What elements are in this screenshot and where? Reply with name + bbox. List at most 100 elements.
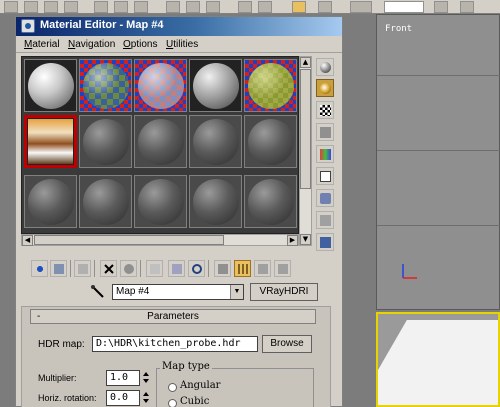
radio-cubic[interactable] bbox=[168, 399, 177, 407]
sample-slot[interactable] bbox=[134, 115, 187, 168]
sample-slot[interactable] bbox=[134, 175, 187, 228]
front-viewport[interactable]: Front bbox=[376, 14, 500, 310]
go-forward-sibling-button[interactable] bbox=[274, 260, 291, 277]
sample-slot[interactable] bbox=[134, 59, 187, 112]
sample-slot[interactable] bbox=[244, 175, 297, 228]
select-by-material-button[interactable] bbox=[316, 211, 334, 229]
move-icon[interactable] bbox=[94, 1, 108, 13]
uv-tiling-button[interactable] bbox=[316, 123, 334, 141]
sample-sphere bbox=[83, 63, 129, 109]
video-color-check-button[interactable] bbox=[316, 145, 334, 163]
make-unique-button[interactable] bbox=[120, 260, 137, 277]
parameters-rollout-header[interactable]: - Parameters bbox=[30, 309, 316, 324]
material-id-button[interactable] bbox=[168, 260, 185, 277]
rect-select-icon[interactable] bbox=[44, 1, 58, 13]
radio-angular[interactable] bbox=[168, 383, 177, 392]
scroll-thumb[interactable] bbox=[34, 235, 224, 245]
mirror-icon[interactable] bbox=[238, 1, 252, 13]
snap-icon[interactable] bbox=[166, 1, 180, 13]
get-material-button[interactable] bbox=[31, 260, 48, 277]
sample-sphere bbox=[193, 63, 239, 109]
horiz-rotation-spinner[interactable] bbox=[142, 391, 150, 405]
menu-material[interactable]: Material bbox=[24, 39, 60, 50]
show-end-result-button[interactable] bbox=[234, 260, 251, 277]
sample-slot-selected[interactable] bbox=[24, 115, 77, 168]
select-by-material-icon bbox=[320, 215, 331, 226]
scroll-thumb[interactable] bbox=[300, 69, 311, 189]
multiplier-spinner[interactable] bbox=[142, 371, 150, 385]
backlight-icon bbox=[320, 83, 331, 94]
toolbar-separator bbox=[208, 260, 209, 277]
reset-map-button[interactable] bbox=[100, 260, 117, 277]
select-name-icon[interactable] bbox=[24, 1, 38, 13]
put-to-scene-button[interactable] bbox=[50, 260, 67, 277]
multiplier-field[interactable]: 1.0 bbox=[106, 370, 140, 386]
go-to-parent-button[interactable] bbox=[254, 260, 271, 277]
make-preview-button[interactable] bbox=[316, 167, 334, 185]
scroll-right-icon[interactable]: ▶ bbox=[287, 235, 298, 246]
options-button[interactable] bbox=[316, 189, 334, 207]
backlight-button[interactable] bbox=[316, 79, 334, 97]
show-map-in-viewport-button[interactable] bbox=[214, 260, 231, 277]
sample-slot[interactable] bbox=[24, 59, 77, 112]
radio-angular-label[interactable]: Angular bbox=[180, 380, 220, 391]
teapot-icon[interactable] bbox=[460, 1, 474, 13]
hdr-map-path-field[interactable]: D:\HDR\kitchen_probe.hdr bbox=[92, 336, 258, 352]
floor-plane bbox=[378, 320, 498, 405]
sample-type-button[interactable] bbox=[316, 58, 334, 76]
menu-utilities[interactable]: Utilities bbox=[166, 39, 198, 50]
assign-icon bbox=[78, 264, 88, 274]
get-material-icon bbox=[35, 264, 45, 274]
scroll-left-icon[interactable]: ◀ bbox=[22, 235, 33, 246]
angle-snap-icon[interactable] bbox=[186, 1, 200, 13]
horiz-rotation-field[interactable]: 0.0 bbox=[106, 390, 140, 406]
menu-navigation[interactable]: Navigation bbox=[68, 39, 115, 50]
material-editor-icon[interactable] bbox=[292, 1, 306, 13]
sample-sphere bbox=[28, 63, 74, 109]
background-button[interactable] bbox=[316, 101, 334, 119]
film-icon bbox=[320, 171, 331, 182]
map-type-title: Map type bbox=[160, 361, 212, 372]
sample-slot[interactable] bbox=[79, 59, 132, 112]
render-setup-icon[interactable] bbox=[318, 1, 332, 13]
sample-slot[interactable] bbox=[244, 115, 297, 168]
sample-slot[interactable] bbox=[189, 115, 242, 168]
sample-slot[interactable] bbox=[79, 175, 132, 228]
sample-slot[interactable] bbox=[189, 59, 242, 112]
chevron-down-icon[interactable]: ▼ bbox=[230, 285, 243, 299]
show-end-result-icon bbox=[238, 264, 248, 274]
effects-channel-button[interactable] bbox=[188, 260, 205, 277]
percent-snap-icon[interactable] bbox=[206, 1, 220, 13]
sample-slot[interactable] bbox=[79, 115, 132, 168]
put-to-library-button[interactable] bbox=[146, 260, 163, 277]
map-type-button[interactable]: VRayHDRI bbox=[250, 283, 318, 301]
scale-icon[interactable] bbox=[134, 1, 148, 13]
slots-horizontal-scrollbar[interactable]: ◀ ▶ bbox=[21, 234, 299, 246]
scroll-up-icon[interactable]: ▲ bbox=[300, 57, 311, 68]
eyedropper-icon[interactable] bbox=[90, 285, 106, 299]
color-check-icon bbox=[320, 149, 331, 160]
window-title: Material Editor - Map #4 bbox=[40, 19, 164, 31]
render-type-dropdown[interactable] bbox=[384, 1, 424, 13]
radio-cubic-label[interactable]: Cubic bbox=[180, 396, 209, 407]
align-icon[interactable] bbox=[258, 1, 272, 13]
menu-options[interactable]: Options bbox=[123, 39, 157, 50]
scroll-down-icon[interactable]: ▼ bbox=[300, 234, 311, 245]
title-bar[interactable]: Material Editor - Map #4 bbox=[16, 17, 342, 36]
map-name-dropdown[interactable]: Map #4 ▼ bbox=[112, 284, 244, 300]
window-crossing-icon[interactable] bbox=[64, 1, 78, 13]
sample-slot[interactable] bbox=[189, 175, 242, 228]
quick-render-icon[interactable] bbox=[434, 1, 448, 13]
perspective-viewport[interactable] bbox=[376, 312, 500, 407]
rotate-icon[interactable] bbox=[114, 1, 128, 13]
sample-slot[interactable] bbox=[244, 59, 297, 112]
material-map-navigator-button[interactable] bbox=[316, 233, 334, 251]
viewport-label[interactable]: Front bbox=[385, 24, 412, 34]
slots-vertical-scrollbar[interactable]: ▲ ▼ bbox=[299, 56, 312, 246]
browse-button[interactable]: Browse bbox=[262, 335, 312, 353]
sample-sphere bbox=[138, 179, 184, 225]
sample-slot[interactable] bbox=[24, 175, 77, 228]
assign-material-button[interactable] bbox=[74, 260, 91, 277]
render-icon[interactable] bbox=[350, 1, 372, 13]
select-icon[interactable] bbox=[4, 1, 18, 13]
